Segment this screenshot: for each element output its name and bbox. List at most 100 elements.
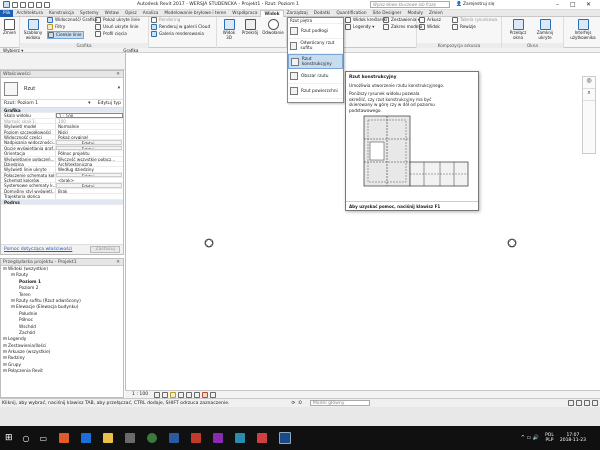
- rendering-button[interactable]: Rendering: [151, 17, 180, 23]
- property-value[interactable]: Edytuj...: [56, 145, 122, 151]
- property-value[interactable]: <brak>: [56, 178, 123, 182]
- app-icon[interactable]: [59, 433, 70, 443]
- thin-lines-button[interactable]: Cienkie linie: [47, 31, 84, 39]
- sync-icon[interactable]: ⟳: [292, 401, 296, 406]
- tab-12[interactable]: Quantification: [333, 10, 369, 17]
- task-view-icon[interactable]: ▭: [40, 434, 48, 443]
- filters-button[interactable]: Filtry: [47, 24, 65, 30]
- selection-link-icon[interactable]: [568, 400, 574, 406]
- property-value[interactable]: Edytuj...: [56, 140, 122, 145]
- shadows-icon[interactable]: [178, 391, 185, 398]
- view-3d-button[interactable]: Widok 3D: [220, 19, 238, 40]
- remove-hidden-lines-button[interactable]: Usuń ukryte linie: [95, 24, 138, 30]
- user-icon[interactable]: 👤: [456, 2, 462, 7]
- tab-5[interactable]: Opisz: [122, 10, 140, 17]
- switch-windows-button[interactable]: Przełącz okna: [508, 19, 528, 40]
- windows-start-icon[interactable]: ⊞: [5, 433, 13, 443]
- edit-type-button[interactable]: Edytuj typ: [98, 101, 121, 106]
- property-value[interactable]: Normalnie: [56, 124, 123, 128]
- property-value[interactable]: Niski: [56, 130, 123, 134]
- cloud-render-button[interactable]: Renderuj w galerii Cloud: [151, 24, 210, 30]
- detail-level-icon[interactable]: [154, 391, 161, 398]
- tab-4[interactable]: Wstaw: [102, 10, 122, 17]
- design-option-field[interactable]: Model główny: [309, 400, 370, 406]
- plan-view-option[interactable]: Rzut konstrukcyjny: [288, 54, 343, 69]
- property-value[interactable]: Brak: [56, 189, 123, 193]
- store-icon[interactable]: [125, 433, 136, 443]
- property-value[interactable]: Północ projektu: [56, 151, 123, 155]
- cut-profile-button[interactable]: Profil cięcia: [95, 31, 127, 37]
- render-gallery-button[interactable]: Galeria renderowania: [151, 31, 204, 37]
- tab-8[interactable]: Współpraca: [229, 10, 260, 17]
- filter-icon[interactable]: [592, 400, 598, 406]
- section-button[interactable]: Przekrój: [241, 19, 259, 36]
- search-input[interactable]: Wpisz słowo kluczowe lub frazę: [370, 1, 450, 8]
- property-value[interactable]: Według dziedziny: [56, 167, 123, 171]
- tab-14[interactable]: Moduły: [404, 10, 426, 17]
- tab-6[interactable]: Analiza: [140, 10, 162, 17]
- save-icon[interactable]: [20, 1, 26, 8]
- revit-logo-icon[interactable]: [3, 1, 10, 8]
- minimize-icon[interactable]: –: [556, 1, 559, 8]
- temporary-hide-icon[interactable]: [202, 391, 209, 398]
- language-indicator[interactable]: POL PLP: [545, 433, 554, 444]
- pdf-icon[interactable]: [191, 433, 202, 443]
- close-hidden-button[interactable]: Zamknij ukryte: [534, 19, 556, 40]
- selection-pinned-icon[interactable]: [584, 400, 590, 406]
- tab-15[interactable]: Zmień: [426, 10, 446, 17]
- word-icon[interactable]: [169, 433, 180, 443]
- view-ref-button[interactable]: Widok: [419, 24, 440, 30]
- plan-view-option[interactable]: Odwrócony rzut sufitu: [288, 39, 343, 54]
- redo-icon[interactable]: [36, 1, 42, 8]
- tab-3[interactable]: Systemy: [77, 10, 102, 17]
- show-crop-icon[interactable]: [194, 391, 201, 398]
- property-value[interactable]: 1 : 100: [56, 113, 123, 118]
- modify-button[interactable]: Zmień: [3, 19, 16, 36]
- app-icon[interactable]: [257, 433, 268, 443]
- visibility-graphics-button[interactable]: Widoczność/ Grafika: [47, 17, 97, 23]
- property-value[interactable]: 100: [56, 119, 123, 123]
- clock[interactable]: 17:07 2018-11-23: [560, 433, 586, 444]
- tab-10[interactable]: Zarządzaj: [284, 10, 311, 17]
- callout-button[interactable]: Odwołanie: [262, 19, 284, 36]
- search-icon[interactable]: ○: [23, 434, 30, 443]
- title-block-button[interactable]: Tabela rysunkowa: [452, 17, 497, 23]
- tab-13[interactable]: Site Designer: [370, 10, 405, 17]
- close-icon[interactable]: ✕: [586, 1, 591, 8]
- print-icon[interactable]: [44, 1, 50, 8]
- tree-item[interactable]: ⊟ Połączenia Revit: [3, 369, 123, 375]
- property-value[interactable]: Edytuj...: [56, 172, 122, 178]
- zoom-icon[interactable]: ⌕: [583, 89, 595, 101]
- plan-view-option[interactable]: Obszar rzutu: [288, 69, 343, 84]
- properties-help-link[interactable]: Pomoc dotycząca właściwości: [4, 247, 72, 252]
- property-value[interactable]: [56, 194, 123, 198]
- tab-2[interactable]: Konstrukcja: [46, 10, 77, 17]
- sun-path-icon[interactable]: [170, 391, 177, 398]
- maximize-icon[interactable]: □: [570, 1, 576, 8]
- tab-11[interactable]: Dodatki: [311, 10, 334, 17]
- apply-button[interactable]: Zastosuj: [90, 246, 120, 253]
- selection-underlay-icon[interactable]: [576, 400, 582, 406]
- property-value[interactable]: Edytuj...: [56, 183, 122, 188]
- chrome-icon[interactable]: [147, 433, 158, 443]
- steering-wheel-icon[interactable]: ◎: [583, 77, 595, 89]
- close-icon[interactable]: ✕: [116, 259, 120, 266]
- close-icon[interactable]: ✕: [116, 71, 120, 78]
- show-hidden-lines-button[interactable]: Pokaż ukryte linie: [95, 17, 140, 23]
- tab-9[interactable]: Widok: [260, 9, 284, 17]
- tab-0[interactable]: Plik: [0, 9, 14, 17]
- app-icon[interactable]: [213, 433, 224, 443]
- group-header[interactable]: Podrys: [1, 199, 123, 206]
- instance-selector[interactable]: Rzut: Poziom 1: [4, 101, 38, 106]
- app-icon[interactable]: [235, 433, 246, 443]
- drafting-view-button[interactable]: Widok kreślarski: [345, 17, 387, 23]
- tab-1[interactable]: Architektura: [13, 10, 46, 17]
- open-icon[interactable]: [12, 1, 18, 8]
- user-interface-button[interactable]: Interfejs użytkownika: [570, 19, 596, 40]
- revit-taskbar-icon[interactable]: [279, 432, 292, 444]
- edge-icon[interactable]: [81, 433, 92, 443]
- schedules-button[interactable]: Zestawienia ▾: [383, 17, 420, 23]
- undo-icon[interactable]: [28, 1, 34, 8]
- crop-icon[interactable]: [186, 391, 193, 398]
- property-value[interactable]: Architektoniczna: [56, 162, 123, 166]
